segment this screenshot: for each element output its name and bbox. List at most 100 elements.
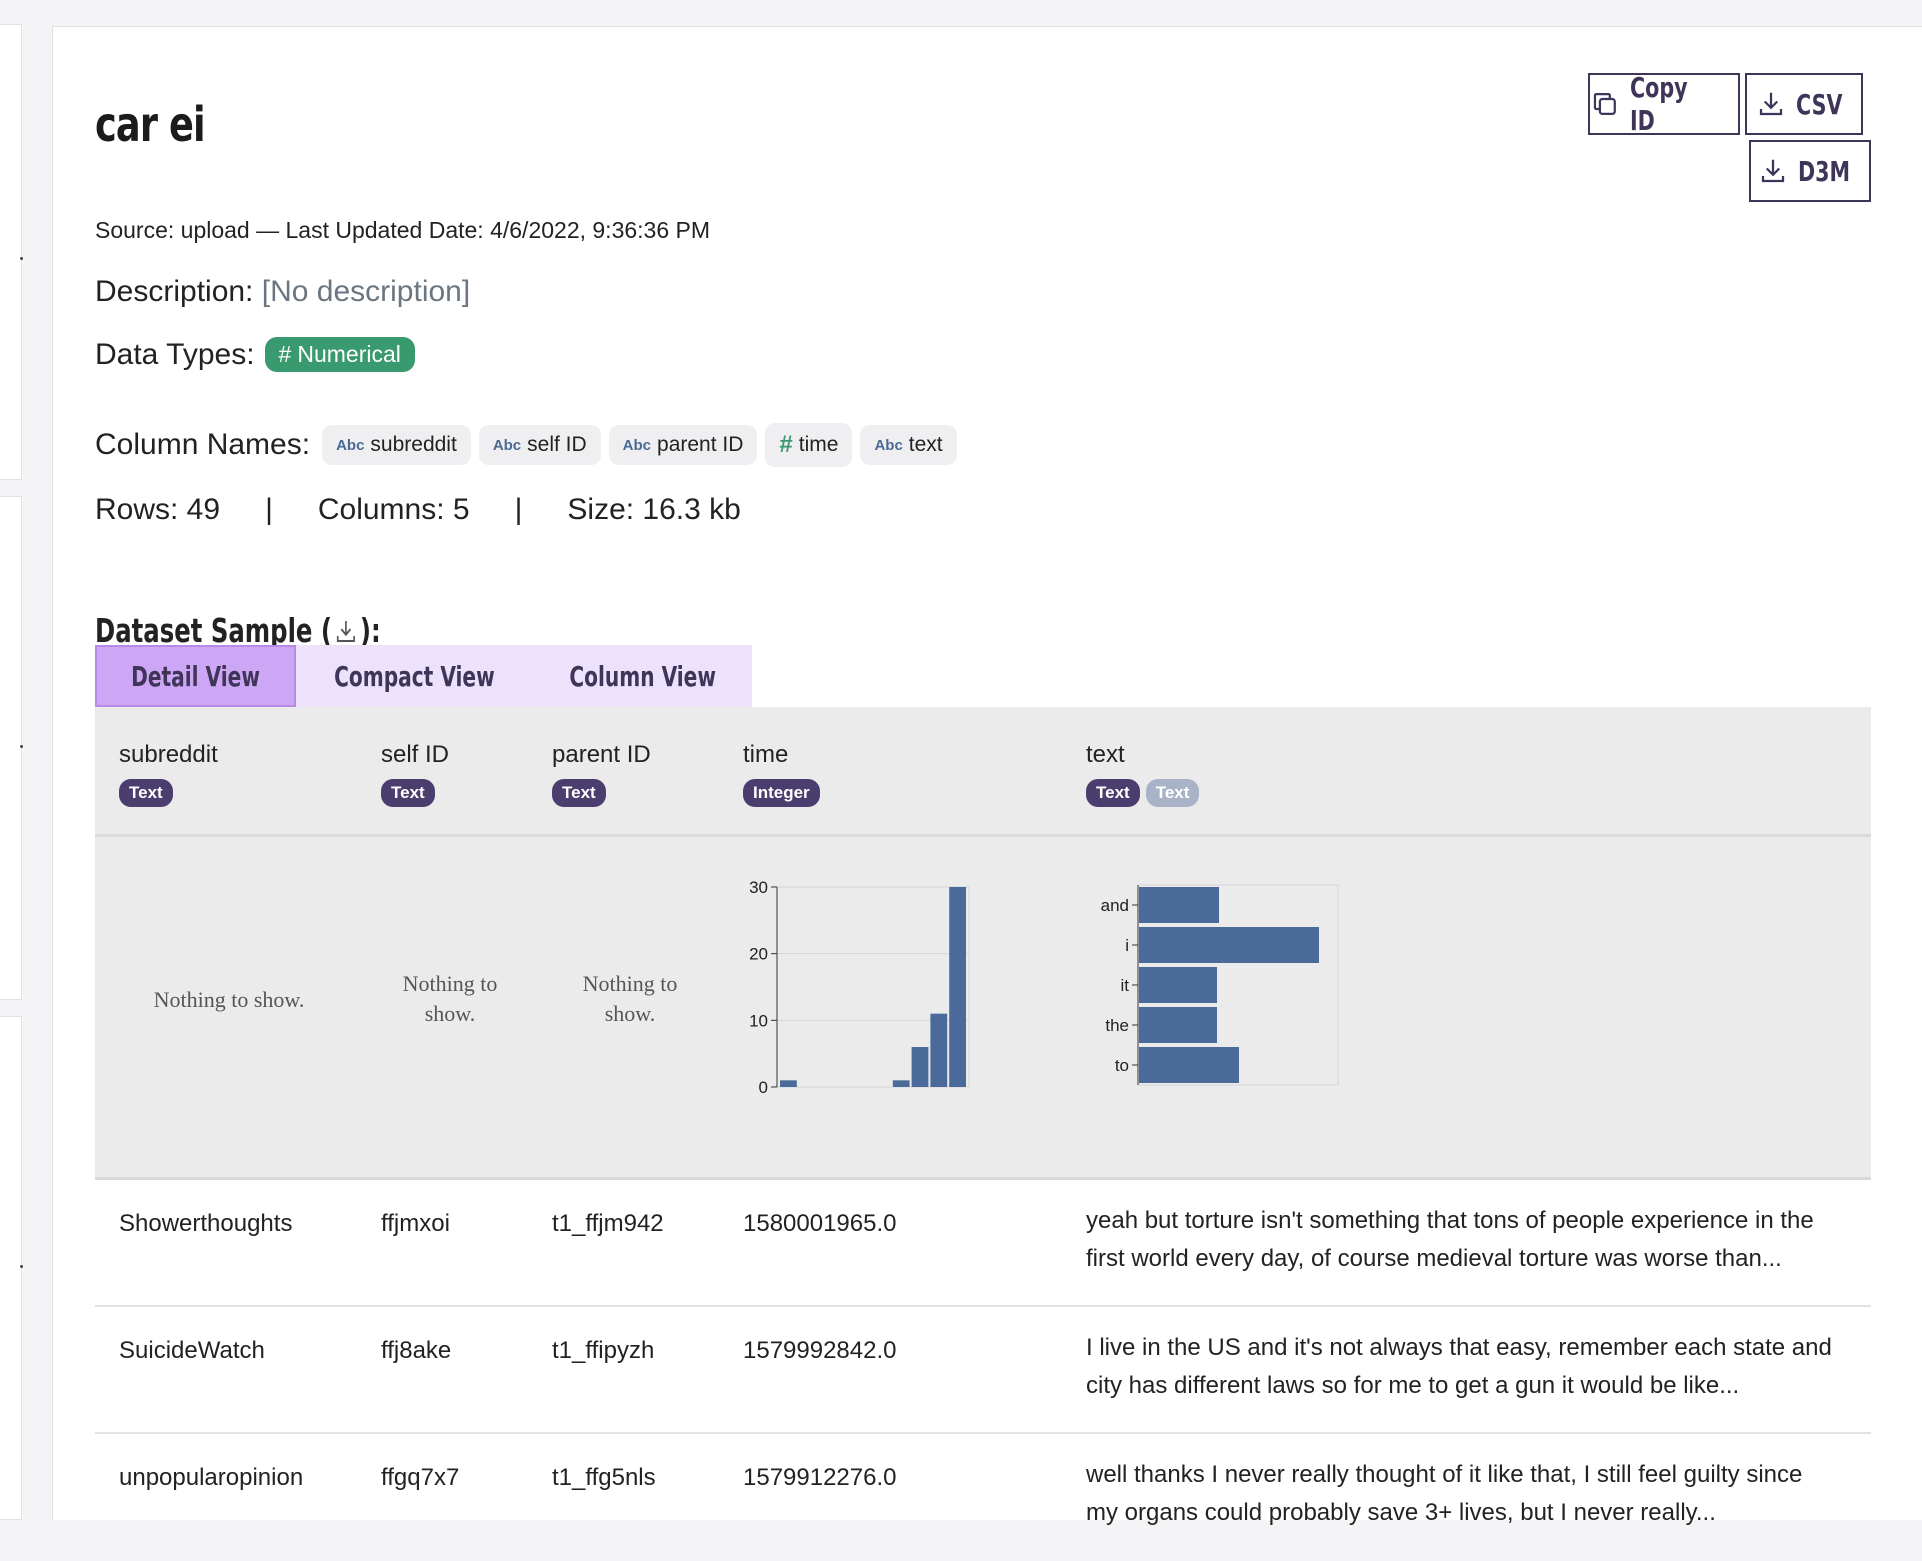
source-line: Source: upload — Last Updated Date: 4/6/… — [95, 217, 711, 243]
column-header-subreddit[interactable]: subreddit Text — [119, 741, 218, 807]
column-chip-time: # time — [765, 423, 853, 467]
side-panel-edge — [0, 1016, 23, 1520]
dataset-title: car ei — [95, 97, 206, 153]
word-label: to — [1115, 1056, 1129, 1075]
tab-column-view[interactable]: Column View — [533, 645, 752, 707]
rows-count: Rows: 49 — [95, 493, 221, 526]
cell-time: 1579912276.0 — [743, 1464, 897, 1491]
time-histogram: 0 10 20 30 — [749, 878, 970, 1097]
cell-self-id: ffjmxoi — [381, 1210, 450, 1237]
type-pill: Integer — [743, 779, 820, 807]
dataset-card: car ei Copy ID CSV D3M Source: upload — … — [52, 26, 1922, 1526]
cell-parent-id: t1_ffg5nls — [552, 1464, 656, 1491]
cell-time: 1580001965.0 — [743, 1210, 897, 1237]
column-names-row: Column Names: Abc subreddit Abc self ID Ab… — [95, 423, 957, 467]
cell-self-id: ffgq7x7 — [381, 1464, 460, 1491]
column-chip-self-id: Abc self ID — [478, 425, 601, 465]
copy-id-label: Copy ID — [1629, 71, 1688, 137]
cell-subreddit: SuicideWatch — [119, 1337, 265, 1364]
cell-parent-id: t1_ffjm942 — [552, 1210, 664, 1237]
data-types-row: Data Types: # Numerical — [95, 337, 415, 372]
histogram-bar — [892, 1080, 910, 1087]
table-row[interactable]: Showerthoughts ffjmxoi t1_ffjm942 158000… — [95, 1180, 1871, 1307]
download-icon — [1759, 92, 1782, 116]
column-chip-subreddit: Abc subreddit — [322, 425, 471, 465]
d3m-label: D3M — [1798, 154, 1851, 188]
dataset-counts: Rows: 49 | Columns: 5 | Size: 16.3 kb — [95, 493, 741, 527]
column-names-label: Column Names: — [95, 428, 311, 461]
text-word-frequency-chart: and i it the to — [1101, 884, 1339, 1086]
summary-row: Nothing to show. Nothing to show. Nothin… — [95, 837, 1871, 1180]
histogram-bar — [780, 1080, 797, 1087]
cell-subreddit: unpopularopinion — [119, 1464, 304, 1491]
copy-id-button[interactable]: Copy ID — [1588, 71, 1740, 137]
table-header: subreddit Text self ID Text parent ID Te… — [95, 707, 1871, 837]
column-header-text[interactable]: text Text Text — [1086, 741, 1200, 807]
histogram-bar — [911, 1047, 929, 1087]
download-csv-button[interactable]: CSV — [1745, 73, 1863, 135]
column-header-parent-id[interactable]: parent ID Text — [552, 741, 651, 807]
download-icon — [1762, 159, 1785, 183]
y-tick-label: 30 — [749, 878, 768, 897]
word-bar — [1139, 927, 1319, 963]
word-label: the — [1105, 1016, 1129, 1035]
text-type-icon: Abc — [874, 436, 903, 454]
nothing-to-show: Nothing to show. — [402, 971, 498, 1026]
y-tick-label: 20 — [749, 945, 768, 964]
cell-self-id: ffj8ake — [381, 1337, 452, 1364]
word-label: and — [1101, 896, 1129, 915]
column-chip-parent-id: Abc parent ID — [608, 425, 758, 465]
side-panel-edge — [0, 24, 23, 480]
word-bar — [1139, 887, 1219, 923]
y-tick-label: 0 — [759, 1078, 768, 1097]
download-sample-icon[interactable] — [334, 616, 359, 646]
word-bar — [1139, 1047, 1239, 1083]
copy-icon — [1593, 92, 1616, 116]
data-types-label: Data Types: — [95, 337, 255, 371]
word-label: i — [1125, 936, 1129, 955]
numeric-type-icon: # — [779, 431, 793, 458]
view-tabs: Detail View Compact View Column View — [95, 645, 753, 707]
type-pill: Text — [381, 779, 435, 807]
cell-text: yeah but torture isn't something that to… — [1086, 1207, 1814, 1272]
cell-text: well thanks I never really thought of it… — [1086, 1461, 1803, 1526]
column-header-time[interactable]: time Integer — [743, 741, 820, 807]
divider: | — [265, 493, 273, 526]
csv-label: CSV — [1795, 87, 1843, 121]
cell-subreddit: Showerthoughts — [119, 1210, 293, 1237]
hash-icon: # — [278, 341, 292, 367]
table-row[interactable]: unpopularopinion ffgq7x7 t1_ffg5nls 1579… — [95, 1434, 1871, 1561]
text-type-icon: Abc — [336, 436, 365, 454]
column-header-self-id[interactable]: self ID Text — [381, 741, 449, 807]
histogram-bar — [930, 1013, 948, 1087]
size-value: Size: 16.3 kb — [567, 493, 741, 526]
download-d3m-button[interactable]: D3M — [1749, 140, 1871, 202]
cell-text: I live in the US and it's not always tha… — [1086, 1334, 1832, 1399]
description-row: Description: [No description] — [95, 275, 470, 309]
nothing-to-show: Nothing to show. — [153, 987, 305, 1012]
numerical-tag: # Numerical — [264, 337, 415, 372]
tab-compact-view[interactable]: Compact View — [296, 645, 533, 707]
type-pill-secondary: Text — [1145, 779, 1200, 807]
type-pill: Text — [552, 779, 606, 807]
tab-detail-view[interactable]: Detail View — [95, 645, 297, 707]
column-chip-text: Abc text — [860, 425, 957, 465]
nothing-to-show: Nothing to show. — [582, 971, 678, 1026]
histogram-bar — [949, 887, 966, 1087]
word-bar — [1139, 1007, 1217, 1043]
text-type-icon: Abc — [622, 436, 652, 454]
word-label: it — [1121, 976, 1130, 995]
word-bar — [1139, 967, 1217, 1003]
columns-count: Columns: 5 — [317, 493, 470, 526]
text-type-icon: Abc — [492, 436, 522, 454]
y-tick-label: 10 — [749, 1011, 768, 1030]
sample-table: subreddit Text self ID Text parent ID Te… — [95, 707, 1871, 1561]
type-pill: Text — [119, 779, 173, 807]
description-label: Description: — [95, 275, 254, 308]
divider: | — [514, 493, 523, 526]
cell-parent-id: t1_ffipyzh — [552, 1337, 655, 1364]
table-row[interactable]: SuicideWatch ffj8ake t1_ffipyzh 15799928… — [95, 1307, 1871, 1434]
type-pill: Text — [1086, 779, 1140, 807]
description-value: [No description] — [261, 275, 471, 308]
cell-time: 1579992842.0 — [743, 1337, 897, 1364]
